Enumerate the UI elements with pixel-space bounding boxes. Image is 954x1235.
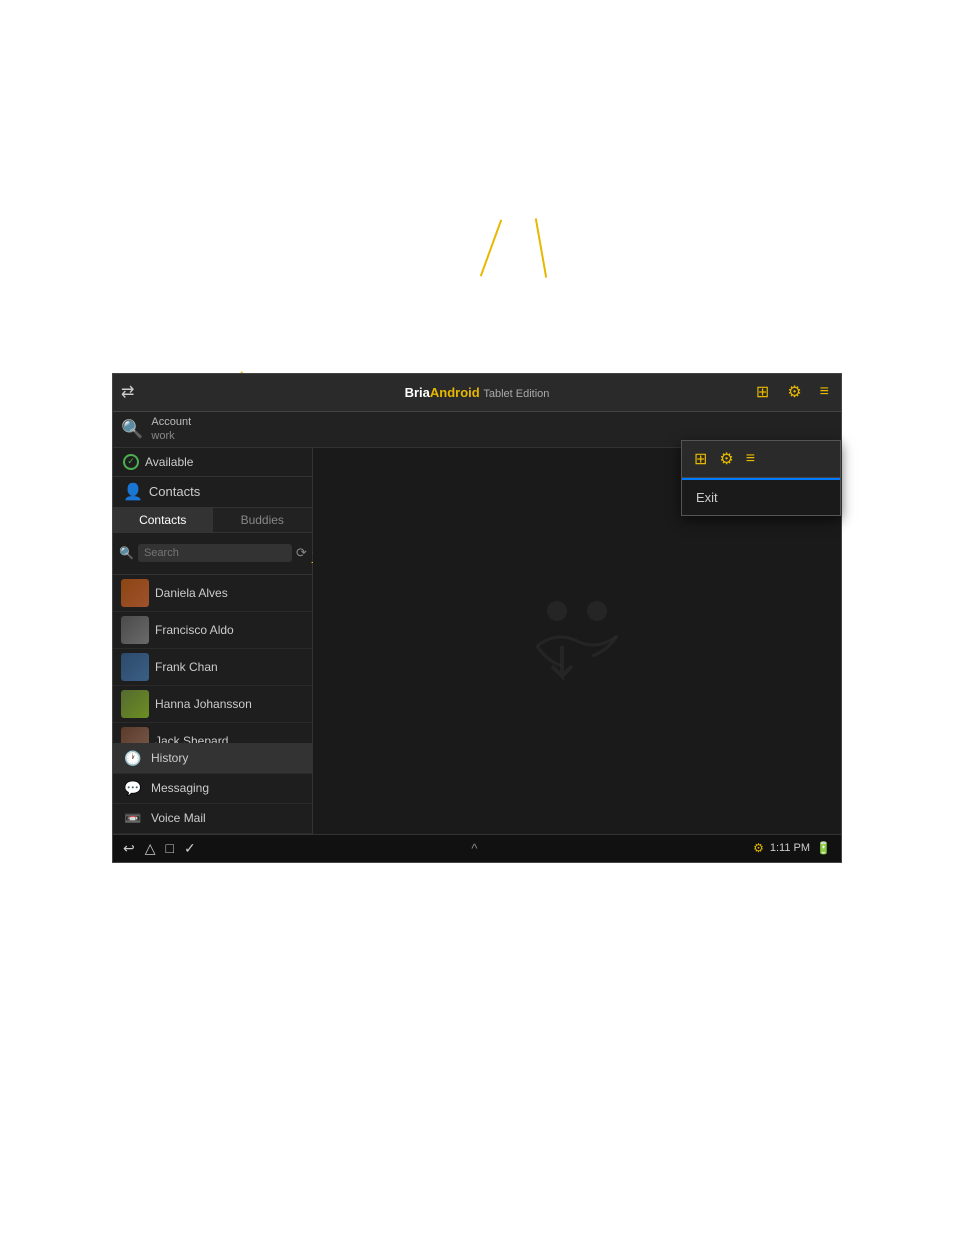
messaging-icon: 💬: [123, 780, 143, 797]
contact-list: Daniela Alves Francisco Aldo Frank Chan …: [113, 575, 312, 743]
contact-item[interactable]: Frank Chan: [113, 649, 312, 686]
menu-button[interactable]: ≡: [816, 381, 833, 403]
status-bar-right: ⚙ 1:11 PM 🔋: [753, 841, 831, 855]
history-icon: 🕐: [123, 750, 143, 767]
contacts-header: 👤 Contacts: [113, 477, 312, 508]
sip-icon: ⇄: [121, 382, 134, 402]
time-display: 1:11 PM: [770, 842, 810, 854]
status-text: Available: [145, 455, 193, 469]
annotation-line-2: [535, 218, 547, 277]
person-icon: 👤: [123, 482, 143, 502]
account-info: Account work: [151, 415, 191, 444]
status-bar: ↩ △ □ ✓ ^ ⚙ 1:11 PM 🔋: [113, 834, 841, 862]
avatar: [121, 616, 149, 644]
brand-name: Bria: [405, 385, 430, 400]
sidebar: Available 👤 Contacts Contacts Buddies: [113, 448, 313, 834]
android-label: Android: [430, 385, 480, 400]
top-bar: ⇄ BriaAndroid Tablet Edition ⊞ ⚙ ≡: [113, 374, 841, 412]
dropdown-menu: ⊞ ⚙ ≡ Exit: [681, 440, 841, 516]
account-label: Account: [151, 415, 191, 429]
contact-item[interactable]: Daniela Alves: [113, 575, 312, 612]
app-window: ⇄ BriaAndroid Tablet Edition ⊞ ⚙ ≡ 🔍: [112, 373, 842, 863]
gear-icon: ⚙: [787, 384, 801, 401]
status-row: Available: [113, 448, 312, 477]
exit-label: Exit: [696, 490, 718, 505]
app-title: BriaAndroid Tablet Edition: [405, 385, 550, 400]
avatar: [121, 579, 149, 607]
voicemail-label: Voice Mail: [151, 811, 206, 825]
battery-icon: 🔋: [816, 841, 831, 855]
check-button[interactable]: ✓: [184, 840, 196, 857]
contact-name: Jack Shepard: [155, 734, 228, 743]
home-button[interactable]: △: [145, 840, 156, 857]
history-label: History: [151, 751, 188, 765]
account-value: work: [151, 429, 191, 443]
bottom-nav: 🕐 History 💬 Messaging 📼 Voice Mail: [113, 743, 312, 834]
contact-name: Frank Chan: [155, 660, 218, 674]
search-row: 🔍 ⟳ 👤+: [113, 533, 312, 575]
contact-item[interactable]: Francisco Aldo: [113, 612, 312, 649]
signal-icon: ⚙: [753, 841, 764, 855]
page-wrapper: ⇄ BriaAndroid Tablet Edition ⊞ ⚙ ≡ 🔍: [0, 0, 954, 1235]
contact-name: Hanna Johansson: [155, 697, 252, 711]
contact-name: Daniela Alves: [155, 586, 228, 600]
back-button[interactable]: ↩: [123, 840, 135, 857]
avatar: [121, 727, 149, 743]
contact-item[interactable]: Hanna Johansson: [113, 686, 312, 723]
nav-messaging[interactable]: 💬 Messaging: [113, 774, 312, 804]
nav-controls: ↩ △ □ ✓: [123, 840, 196, 857]
tab-contacts[interactable]: Contacts: [113, 508, 213, 532]
status-indicator: [123, 454, 139, 470]
account-bar: 🔍 Account work ⊞ ⚙ ≡ Exit: [113, 412, 841, 448]
top-bar-left: ⇄: [121, 382, 134, 402]
avatar: [121, 690, 149, 718]
clear-search-icon[interactable]: ⟳: [296, 545, 307, 561]
voicemail-icon: 📼: [123, 810, 143, 827]
dropdown-header: ⊞ ⚙ ≡: [682, 441, 840, 478]
contact-name: Francisco Aldo: [155, 623, 234, 637]
avatar: [121, 653, 149, 681]
tab-buddies[interactable]: Buddies: [213, 508, 313, 532]
exit-menu-item[interactable]: Exit: [682, 480, 840, 515]
recents-button[interactable]: □: [166, 840, 174, 856]
search-icon: 🔍: [121, 419, 143, 440]
messaging-label: Messaging: [151, 781, 209, 795]
search-input[interactable]: [138, 544, 292, 562]
hamburger-icon: ≡: [820, 383, 829, 400]
grid-view-button[interactable]: ⊞: [752, 380, 773, 404]
contacts-title: Contacts: [149, 484, 200, 499]
grid-icon: ⊞: [756, 384, 769, 401]
nav-history[interactable]: 🕐 History: [113, 744, 312, 774]
nav-voicemail[interactable]: 📼 Voice Mail: [113, 804, 312, 834]
app-logo: [517, 591, 637, 691]
contact-item[interactable]: Jack Shepard: [113, 723, 312, 743]
logo-watermark: [517, 591, 637, 691]
dropdown-menu-icon[interactable]: ≡: [746, 450, 755, 468]
dropdown-grid-icon[interactable]: ⊞: [694, 449, 707, 469]
edition-label: Tablet Edition: [483, 388, 549, 400]
search-small-icon: 🔍: [119, 546, 134, 560]
annotation-line-1: [480, 219, 502, 276]
caret-up[interactable]: ^: [471, 841, 477, 856]
top-bar-icons: ⊞ ⚙ ≡: [752, 380, 833, 404]
tabs-row: Contacts Buddies: [113, 508, 312, 533]
settings-button[interactable]: ⚙: [783, 380, 805, 404]
dropdown-gear-icon[interactable]: ⚙: [719, 449, 733, 469]
